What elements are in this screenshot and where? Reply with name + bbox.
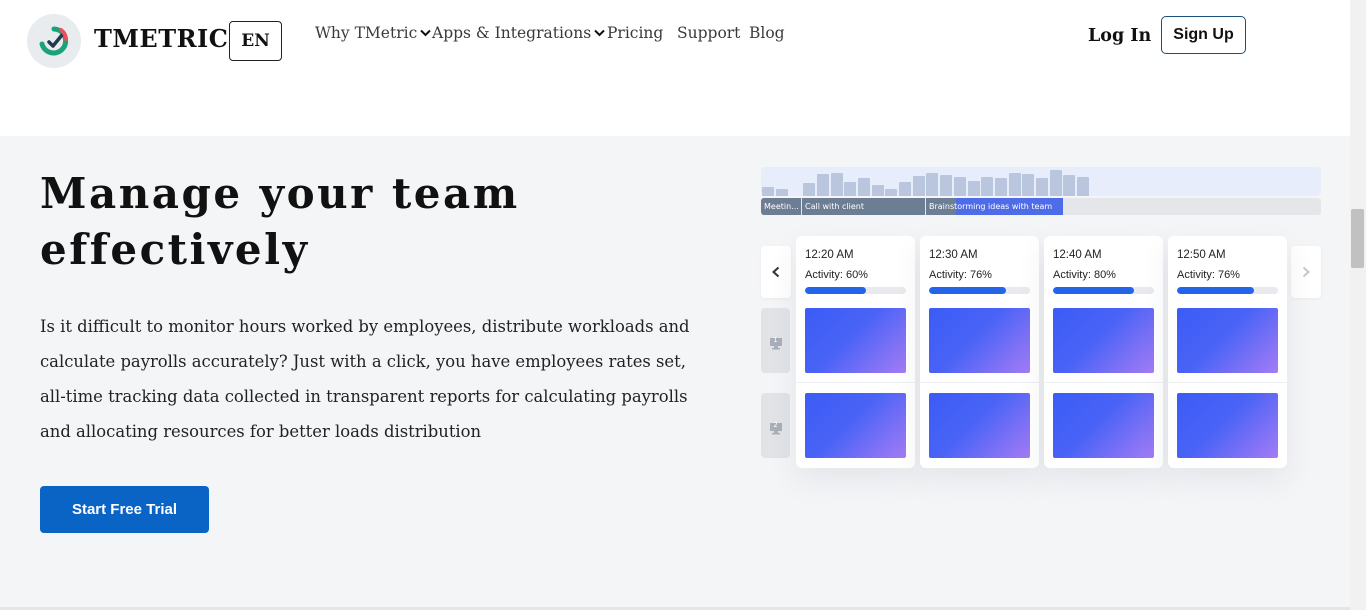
start-free-trial-button[interactable]: Start Free Trial [40,486,209,533]
screenshot-thumbnail[interactable] [805,308,906,373]
screenshot-card: 12:20 AM Activity: 60% [796,236,915,468]
timeline-bar [803,183,816,196]
screenshot-card: 12:30 AM Activity: 76% [920,236,1039,468]
screenshot-thumbnail[interactable] [929,308,1030,373]
timeline-bar [775,189,788,196]
task-segments-row: Meetin... Call with client Brainstorming… [761,198,1321,215]
logo-text[interactable]: TMETRIC [94,24,228,53]
language-selector-button[interactable]: EN [229,21,282,61]
activity-progress-bar [1177,287,1278,294]
site-header: TMETRIC EN Why TMetric Apps & Integratio… [0,0,1350,136]
timeline-bar [967,181,980,196]
segment-brainstorming: Brainstorming ideas with team [926,198,1063,215]
segment-call-with-client: Call with client [802,198,925,215]
activity-progress-fill [805,287,866,294]
timeline-bar [871,185,884,196]
card-divider [1044,382,1163,383]
activity-progress-fill [1053,287,1134,294]
timeline-bar [981,177,994,196]
timeline-bar [1036,178,1048,196]
chevron-down-icon [420,29,431,37]
card-activity: Activity: 80% [1053,269,1116,281]
nav-apps-integrations[interactable]: Apps & Integrations [432,24,605,42]
card-activity: Activity: 60% [805,269,868,281]
card-time: 12:50 AM [1177,249,1226,261]
activity-progress-bar [805,287,906,294]
timeline-bar [1008,173,1021,196]
chevron-right-icon [1302,266,1310,278]
screenshot-thumbnail[interactable] [805,393,906,458]
timeline-bar [994,178,1007,196]
timeline-bar [816,174,829,196]
screenshot-thumbnail[interactable] [1053,393,1154,458]
activity-progress-fill [929,287,1006,294]
nav-apps-integrations-label: Apps & Integrations [432,24,592,42]
monitor-number: 1 [773,335,778,344]
card-activity: Activity: 76% [929,269,992,281]
timeline-bar [1049,170,1062,196]
card-time: 12:20 AM [805,249,854,261]
segment-meeting: Meetin... [761,198,801,215]
activity-timeline-chart [761,167,1321,196]
monitor-icon: 1 [769,335,783,349]
previous-arrow-button[interactable] [761,246,791,298]
timeline-bar [844,182,857,196]
screenshot-thumbnail[interactable] [1053,308,1154,373]
signup-button[interactable]: Sign Up [1161,16,1246,54]
timeline-bar [940,175,953,196]
card-divider [796,382,915,383]
card-divider [920,382,1039,383]
timeline-bar [912,176,925,196]
timeline-bar [926,173,939,196]
next-arrow-button[interactable] [1291,246,1321,298]
chevron-left-icon [772,266,780,278]
card-divider [1168,382,1287,383]
screenshot-card: 12:40 AM Activity: 80% [1044,236,1163,468]
monitor-1-label: 1 [761,308,790,373]
card-time: 12:30 AM [929,249,978,261]
timeline-bar [899,182,911,196]
timeline-bar [857,178,870,196]
card-time: 12:40 AM [1053,249,1102,261]
card-activity: Activity: 76% [1177,269,1240,281]
screenshot-card: 12:50 AM Activity: 76% [1168,236,1287,468]
timeline-bar [1077,177,1090,196]
hero-description: Is it difficult to monitor hours worked … [40,317,690,441]
hero-title-line-1: Manage your team [40,169,520,218]
nav-blog[interactable]: Blog [749,24,785,42]
hero-title: Manage your team effectively [40,166,640,278]
timeline-bar [953,177,966,196]
activity-progress-fill [1177,287,1254,294]
nav-pricing[interactable]: Pricing [607,24,663,42]
activity-progress-bar [929,287,1030,294]
activity-progress-bar [1053,287,1154,294]
nav-support[interactable]: Support [677,24,740,42]
screenshot-thumbnail[interactable] [929,393,1030,458]
nav-why-tmetric-label: Why TMetric [315,24,418,42]
screenshot-thumbnail[interactable] [1177,308,1278,373]
timeline-bar [885,189,898,196]
page-scrollbar-thumb[interactable] [1351,209,1364,268]
screenshot-thumbnail[interactable] [1177,393,1278,458]
monitor-2-label: 2 [761,393,790,458]
login-link[interactable]: Log In [1088,26,1151,46]
timeline-bar [762,187,774,196]
chevron-down-icon [594,29,605,37]
timeline-bar [1022,174,1035,196]
nav-why-tmetric[interactable]: Why TMetric [315,24,431,42]
page-scrollbar-track[interactable] [1350,0,1366,610]
monitor-icon: 2 [769,420,783,434]
timeline-bar [830,173,843,196]
monitor-number: 2 [773,420,778,429]
timeline-bar [1063,175,1076,196]
hero-title-line-2: effectively [40,225,310,274]
tmetric-logo-icon[interactable] [27,14,81,68]
